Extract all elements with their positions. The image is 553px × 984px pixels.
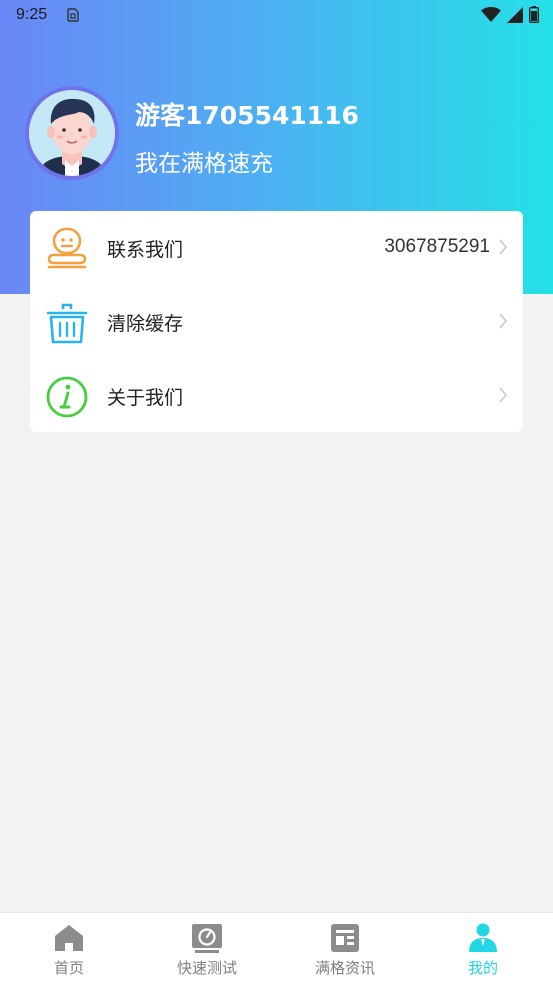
- battery-icon: [528, 6, 540, 27]
- service-robot-icon: [45, 227, 89, 271]
- status-bar: 9:25: [0, 0, 553, 30]
- slogan: 我在满格速充: [135, 151, 273, 177]
- trash-basket-icon: [45, 301, 89, 345]
- tab-home[interactable]: 首页: [0, 913, 138, 984]
- menu-item-label: 联系我们: [107, 239, 184, 261]
- chevron-right-icon: [498, 238, 508, 256]
- info-icon: [45, 375, 89, 419]
- tab-news[interactable]: 满格资讯: [276, 913, 414, 984]
- tab-label: 我的: [467, 959, 498, 977]
- username: 游客1705541116: [135, 101, 359, 130]
- status-time: 9:25: [16, 6, 48, 23]
- news-icon: [329, 922, 361, 954]
- tab-label: 快速测试: [176, 959, 237, 977]
- menu-item-about-us[interactable]: 关于我们: [30, 359, 523, 433]
- menu-item-label: 关于我们: [107, 387, 184, 409]
- menu-item-clear-cache[interactable]: 清除缓存: [30, 285, 523, 359]
- tab-speed-test[interactable]: 快速测试: [138, 913, 276, 984]
- tab-mine[interactable]: 我的: [414, 913, 552, 984]
- speedometer-icon: [191, 922, 223, 954]
- chevron-right-icon: [498, 386, 508, 404]
- tab-label: 首页: [53, 959, 84, 977]
- person-icon: [467, 922, 499, 954]
- sim-card-icon: [66, 8, 80, 26]
- cellular-signal-icon: [507, 6, 523, 27]
- avatar[interactable]: [25, 86, 119, 180]
- contact-number: 3067875291: [384, 236, 490, 257]
- menu-item-contact-us[interactable]: 联系我们 3067875291: [30, 211, 523, 285]
- avatar-face-icon: [29, 90, 115, 176]
- chevron-right-icon: [498, 312, 508, 330]
- settings-menu-card: 联系我们 3067875291 清除缓存 关于我们: [30, 211, 523, 432]
- menu-item-label: 清除缓存: [107, 313, 184, 335]
- wifi-icon: [481, 6, 501, 27]
- tab-label: 满格资讯: [314, 959, 375, 977]
- bottom-navigation: 首页 快速测试 满格资讯 我的: [0, 912, 553, 984]
- home-icon: [53, 922, 85, 954]
